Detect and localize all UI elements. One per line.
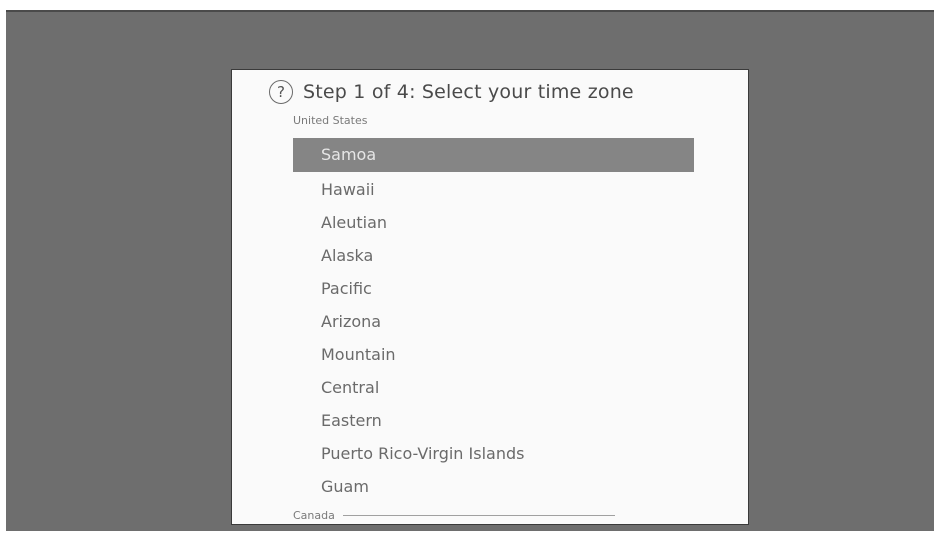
timezone-dialog: ? Step 1 of 4: Select your time zone Uni… [231,69,749,525]
timezone-item-pacific[interactable]: Pacific [293,272,694,305]
timezone-item-central[interactable]: Central [293,371,694,404]
timezone-item-mountain[interactable]: Mountain [293,338,694,371]
section-header-canada: Canada [293,509,615,522]
timezone-item-eastern[interactable]: Eastern [293,404,694,437]
help-icon[interactable]: ? [269,80,293,104]
section-label-canada: Canada [293,509,335,522]
timezone-item-puerto-rico-virgin-islands[interactable]: Puerto Rico-Virgin Islands [293,437,694,470]
tv-screen: ? Step 1 of 4: Select your time zone Uni… [6,10,934,531]
timezone-item-hawaii[interactable]: Hawaii [293,173,694,206]
timezone-item-aleutian[interactable]: Aleutian [293,206,694,239]
page-title: Step 1 of 4: Select your time zone [303,81,634,103]
timezone-item-arizona[interactable]: Arizona [293,305,694,338]
timezone-item-guam[interactable]: Guam [293,470,694,503]
section-label-united-states: United States [293,114,368,127]
timezone-list: Samoa Hawaii Aleutian Alaska Pacific Ari… [293,138,694,503]
section-divider [342,515,615,516]
dialog-header: ? Step 1 of 4: Select your time zone [269,80,634,104]
timezone-item-samoa[interactable]: Samoa [293,138,694,172]
timezone-item-alaska[interactable]: Alaska [293,239,694,272]
